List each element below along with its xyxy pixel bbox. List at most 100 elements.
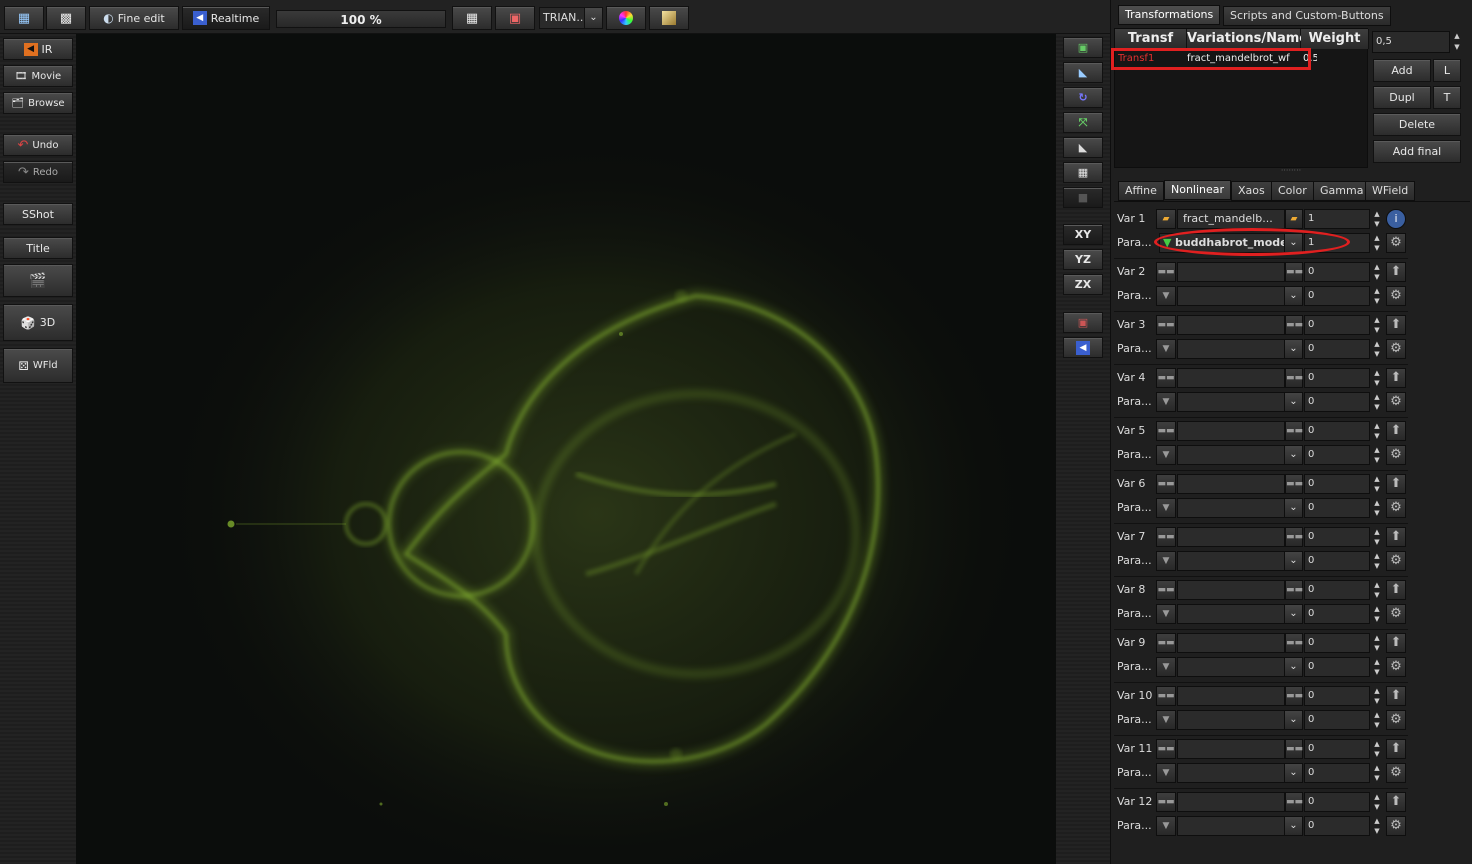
param-dropdown-icon[interactable]: ▼ — [1156, 710, 1176, 730]
param-spinner[interactable]: ▲ ▼ — [1372, 657, 1382, 677]
fit-view-button[interactable]: ▣ — [1063, 37, 1103, 58]
tab-xaos[interactable]: Xaos — [1231, 181, 1272, 201]
param-select[interactable]: ⌄ — [1177, 286, 1303, 306]
3d-button[interactable]: 🎲 3D — [3, 304, 73, 341]
gradient-button[interactable] — [649, 6, 689, 30]
param-spinner[interactable]: ▲ ▼ — [1372, 498, 1382, 518]
variation-icon-2[interactable]: ▬▬ — [1285, 580, 1303, 600]
move-up-icon[interactable]: ⬆ — [1386, 580, 1406, 600]
variation-weight[interactable]: 0 — [1304, 686, 1370, 706]
param-spinner[interactable]: ▲ ▼ — [1372, 445, 1382, 465]
variation-weight[interactable]: 1 — [1304, 209, 1370, 229]
triangle-mode-select[interactable]: TRIAN... ⌄ — [539, 7, 603, 29]
wfld-button[interactable]: ⚄ WFld — [3, 348, 73, 383]
variation-spinner[interactable]: ▲ ▼ — [1372, 686, 1382, 706]
param-value[interactable]: 0 — [1304, 657, 1370, 677]
variation-weight[interactable]: 0 — [1304, 315, 1370, 335]
gear-icon[interactable]: ⚙ — [1386, 710, 1406, 730]
variation-spinner[interactable]: ▲ ▼ — [1372, 421, 1382, 441]
gear-icon[interactable]: ⚙ — [1386, 763, 1406, 783]
variation-icon[interactable]: ▬▬ — [1156, 421, 1176, 441]
zx-button[interactable]: ZX — [1063, 274, 1103, 295]
param-value[interactable]: 0 — [1304, 392, 1370, 412]
grid-view-button[interactable]: ▦ — [4, 6, 44, 30]
param-dropdown-icon[interactable]: ▼ — [1156, 604, 1176, 624]
movie-button[interactable]: 🎞 Movie — [3, 65, 73, 87]
variation-icon-2[interactable]: ▬▬ — [1285, 739, 1303, 759]
checker-button[interactable]: ▩ — [46, 6, 86, 30]
move-up-icon[interactable]: ⬆ — [1386, 739, 1406, 759]
param-dropdown-icon[interactable]: ▼ — [1156, 763, 1176, 783]
undo-button[interactable]: ↶ Undo — [3, 134, 73, 156]
param-dropdown-icon[interactable]: ▼ — [1156, 657, 1176, 677]
layout-grid-button[interactable]: ▦ — [452, 6, 492, 30]
t-button[interactable]: T — [1433, 86, 1461, 109]
variation-spinner[interactable]: ▲ ▼ — [1372, 633, 1382, 653]
param-value[interactable]: 0 — [1304, 339, 1370, 359]
variation-weight[interactable]: 0 — [1304, 580, 1370, 600]
param-dropdown-icon[interactable]: ▼ — [1156, 551, 1176, 571]
param-dropdown-icon[interactable]: ▼ — [1156, 392, 1176, 412]
variation-weight[interactable]: 0 — [1304, 474, 1370, 494]
delete-button[interactable]: Delete — [1373, 113, 1461, 136]
shear-button[interactable]: ◣ — [1063, 137, 1103, 158]
tab-color[interactable]: Color — [1271, 181, 1314, 201]
move-up-icon[interactable]: ⬆ — [1386, 315, 1406, 335]
variation-spinner[interactable]: ▲ ▼ — [1372, 209, 1382, 229]
weight-spinner[interactable]: ▲ ▼ — [1451, 31, 1463, 53]
move-up-icon[interactable]: ⬆ — [1386, 474, 1406, 494]
frame-button[interactable]: ▣ — [495, 6, 535, 30]
variation-spinner[interactable]: ▲ ▼ — [1372, 739, 1382, 759]
param-spinner[interactable]: ▲ ▼ — [1372, 392, 1382, 412]
param-select[interactable]: ⌄ — [1177, 657, 1303, 677]
info-icon[interactable]: i — [1386, 209, 1406, 229]
sshot-button[interactable]: SShot — [3, 203, 73, 225]
param-value[interactable]: 0 — [1304, 498, 1370, 518]
variation-icon[interactable]: ▬▬ — [1156, 580, 1176, 600]
param-spinner[interactable]: ▲ ▼ — [1372, 710, 1382, 730]
variation-icon[interactable]: ▬▬ — [1156, 686, 1176, 706]
l-button[interactable]: L — [1433, 59, 1461, 82]
add-button[interactable]: Add — [1373, 59, 1431, 82]
move-up-icon[interactable]: ⬆ — [1386, 262, 1406, 282]
param-spinner[interactable]: ▲ ▼ — [1372, 286, 1382, 306]
variation-icon-2[interactable]: ▬▬ — [1285, 527, 1303, 547]
preview-button[interactable]: ▣ — [1063, 312, 1103, 333]
blank-tool-button[interactable]: ■ — [1063, 187, 1103, 208]
param-select[interactable]: ⌄ — [1177, 763, 1303, 783]
weight-field[interactable]: 0,5 — [1372, 31, 1450, 53]
variation-icon-2[interactable]: ▬▬ — [1285, 633, 1303, 653]
variation-icon-2[interactable]: ▬▬ — [1285, 421, 1303, 441]
param-spinner[interactable]: ▲ ▼ — [1372, 763, 1382, 783]
variation-icon[interactable]: ▬▬ — [1156, 474, 1176, 494]
gear-icon[interactable]: ⚙ — [1386, 392, 1406, 412]
variation-weight[interactable]: 0 — [1304, 421, 1370, 441]
move-up-icon[interactable]: ⬆ — [1386, 421, 1406, 441]
render-canvas[interactable] — [76, 34, 1056, 864]
param-select[interactable]: ⌄ — [1177, 445, 1303, 465]
variation-icon[interactable]: ▬▬ — [1156, 739, 1176, 759]
tab-nonlinear[interactable]: Nonlinear — [1164, 180, 1232, 200]
variation-spinner[interactable]: ▲ ▼ — [1372, 527, 1382, 547]
variation-weight[interactable]: 0 — [1304, 527, 1370, 547]
realtime-button[interactable]: ◀ Realtime — [182, 6, 270, 30]
variation-weight[interactable]: 0 — [1304, 633, 1370, 653]
param-dropdown-icon[interactable]: ▼ — [1156, 286, 1176, 306]
gear-icon[interactable]: ⚙ — [1386, 233, 1406, 253]
gear-icon[interactable]: ⚙ — [1386, 551, 1406, 571]
param-value[interactable]: 0 — [1304, 710, 1370, 730]
param-value[interactable]: 0 — [1304, 763, 1370, 783]
tab-wfield[interactable]: WField — [1365, 181, 1416, 201]
param-select[interactable]: ⌄ — [1177, 710, 1303, 730]
gear-icon[interactable]: ⚙ — [1386, 657, 1406, 677]
variation-icon-2[interactable]: ▬▬ — [1285, 368, 1303, 388]
variation-spinner[interactable]: ▲ ▼ — [1372, 315, 1382, 335]
dupl-button[interactable]: Dupl — [1373, 86, 1431, 109]
grid-toggle-button[interactable]: ▦ — [1063, 162, 1103, 183]
move-up-icon[interactable]: ⬆ — [1386, 368, 1406, 388]
variation-spinner[interactable]: ▲ ▼ — [1372, 368, 1382, 388]
param-select[interactable]: ⌄ — [1177, 498, 1303, 518]
variation-spinner[interactable]: ▲ ▼ — [1372, 580, 1382, 600]
splitter-handle[interactable]: ········ — [1261, 167, 1321, 175]
gear-icon[interactable]: ⚙ — [1386, 286, 1406, 306]
